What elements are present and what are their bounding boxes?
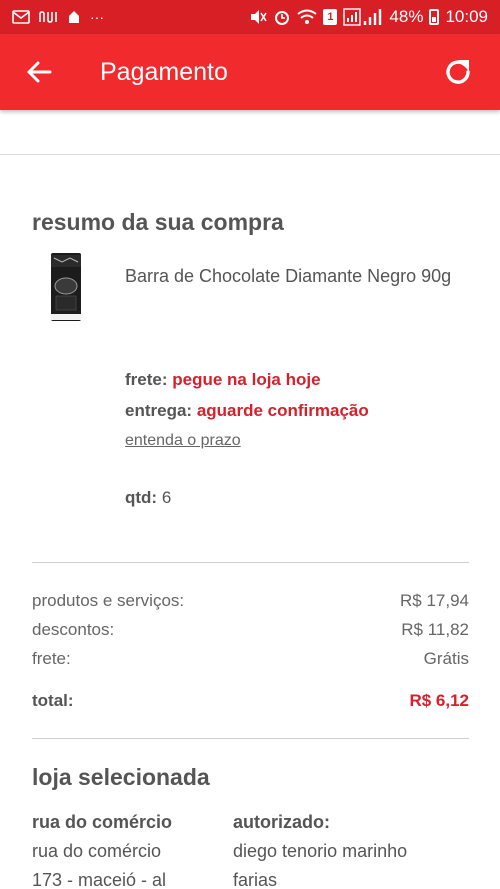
- descontos-value: R$ 11,82: [401, 620, 469, 639]
- store-address-header: rua do comércio: [32, 812, 173, 832]
- battery-percent: 48%: [389, 7, 424, 26]
- total-value: R$ 6,12: [409, 691, 469, 710]
- page-title: Pagamento: [100, 57, 228, 86]
- back-button[interactable]: [12, 45, 66, 99]
- arrow-back-icon: [27, 61, 52, 83]
- frete-total-label: frete:: [32, 649, 71, 668]
- total-label: total:: [32, 691, 74, 710]
- signal-icon: [343, 8, 383, 26]
- qty-label: qtd:: [125, 488, 158, 507]
- entrega-info: entrega: aguarde confirmação: [125, 401, 369, 421]
- frete-info: frete: pegue na loja hoje: [125, 370, 321, 390]
- entrega-label: entrega:: [125, 401, 193, 420]
- status-bar: ··· 1 48% 10:09: [0, 0, 500, 34]
- email-icon: [12, 10, 30, 24]
- summary-title: resumo da sua compra: [32, 209, 284, 235]
- prazo-link[interactable]: entenda o prazo: [125, 432, 241, 450]
- wifi-icon: [297, 9, 318, 25]
- authorized-line1: diego tenorio marinho: [233, 841, 408, 861]
- notification-icons: ···: [12, 9, 104, 25]
- descontos-label: descontos:: [32, 620, 115, 639]
- system-icons: 1 48% 10:09: [249, 7, 488, 27]
- nubank-icon: [38, 10, 58, 24]
- produtos-label: produtos e serviços:: [32, 591, 185, 610]
- store-address: rua do comércio rua do comércio 173 - ma…: [32, 808, 172, 889]
- mute-icon: [249, 9, 268, 25]
- more-icon: ···: [90, 9, 104, 25]
- clock: 10:09: [445, 7, 488, 26]
- authorized-line2: farias: [233, 870, 278, 889]
- frete-value: pegue na loja hoje: [172, 370, 321, 389]
- frete-label: frete:: [125, 370, 168, 389]
- store-address-line2: 173 - maceió - al: [32, 870, 167, 889]
- frete-row: frete: Grátis: [32, 649, 469, 669]
- store-authorized: autorizado: diego tenorio marinho farias: [233, 808, 407, 889]
- entrega-value: aguarde confirmação: [196, 401, 369, 420]
- descontos-row: descontos: R$ 11,82: [32, 620, 469, 640]
- divider: [32, 562, 469, 563]
- produtos-value: R$ 17,94: [400, 591, 469, 610]
- divider: [32, 738, 469, 739]
- battery-icon: [429, 9, 440, 25]
- product-name: Barra de Chocolate Diamante Negro 90g: [125, 266, 452, 286]
- produtos-row: produtos e serviços: R$ 17,94: [32, 591, 469, 611]
- app-bar: Pagamento: [0, 34, 500, 110]
- refresh-icon: [446, 60, 470, 84]
- qty-value: 6: [161, 488, 172, 507]
- alarm-icon: [273, 8, 291, 26]
- store-address-line1: rua do comércio: [32, 841, 162, 861]
- quantity: qtd: 6: [125, 488, 171, 508]
- total-row: total: R$ 6,12: [32, 691, 469, 711]
- product-image: [51, 253, 81, 321]
- refresh-button[interactable]: [436, 50, 480, 94]
- app-icon: [66, 9, 82, 25]
- authorized-header: autorizado:: [233, 812, 330, 832]
- divider: [0, 154, 500, 155]
- sim-badge-icon: 1: [323, 9, 338, 25]
- frete-total-value: Grátis: [423, 649, 469, 668]
- store-title: loja selecionada: [32, 764, 210, 790]
